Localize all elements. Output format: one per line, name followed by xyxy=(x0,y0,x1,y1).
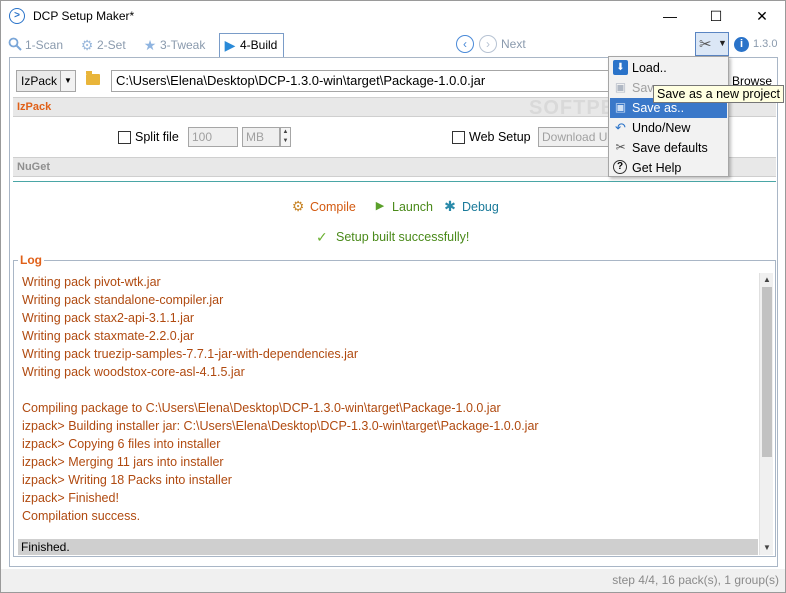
log-status-row: Finished. xyxy=(18,539,758,555)
compile-button[interactable]: ⚙ Compile xyxy=(290,198,356,216)
scrollbar-thumb[interactable] xyxy=(762,287,772,457)
scroll-up-icon[interactable]: ▲ xyxy=(760,273,774,287)
build-result-message: ✓ Setup built successfully! xyxy=(316,229,470,245)
split-unit-spinner[interactable]: ▲ ▼ xyxy=(280,127,291,147)
app-logo-icon: > xyxy=(9,8,25,24)
launch-label: Launch xyxy=(392,200,434,214)
version-label: 1.3.0 xyxy=(753,38,778,50)
split-file-checkbox[interactable] xyxy=(118,131,131,144)
split-unit-input[interactable]: MB xyxy=(242,127,280,147)
checkmark-icon: ✓ xyxy=(316,229,328,245)
save-icon: ▣ xyxy=(614,80,627,94)
chevron-right-icon: › xyxy=(486,37,490,51)
scroll-down-icon[interactable]: ▼ xyxy=(760,541,774,555)
tab-build[interactable]: ▶ 4-Build xyxy=(219,33,285,57)
log-scrollbar[interactable]: ▲ ▼ xyxy=(759,273,773,555)
log-output[interactable]: Writing pack pivot-wtk.jar Writing pack … xyxy=(18,273,758,539)
next-button-label[interactable]: Next xyxy=(501,37,526,51)
log-line: Writing pack standalone-compiler.jar xyxy=(22,293,224,307)
step-bar: 1-Scan ⚙ 2-Set ★ 3-Tweak ▶ 4-Build ‹ › N… xyxy=(1,31,785,57)
log-line: Writing pack truezip-samples-7.7.1-jar-w… xyxy=(22,347,359,361)
tab-set[interactable]: ⚙ 2-Set xyxy=(77,35,126,55)
log-title: Log xyxy=(18,253,44,267)
tab-label: 2-Set xyxy=(97,38,126,52)
info-icon[interactable]: i xyxy=(734,37,749,52)
back-button[interactable]: ‹ xyxy=(456,35,474,53)
chevron-down-icon: ▼ xyxy=(60,71,75,91)
play-icon: ▶ xyxy=(224,37,236,53)
play-icon: ▶ xyxy=(375,200,385,212)
web-setup-checkbox[interactable] xyxy=(452,131,465,144)
download-icon: ⬇ xyxy=(613,60,628,75)
menu-item-label: Undo/New xyxy=(632,121,691,135)
tab-label: 3-Tweak xyxy=(160,38,206,52)
star-icon: ★ xyxy=(143,37,157,53)
log-line: izpack> Merging 11 jars into installer xyxy=(22,455,224,469)
menu-item-label: Get Help xyxy=(632,161,682,175)
log-line: Writing pack woodstox-core-asl-4.1.5.jar xyxy=(22,365,245,379)
log-line: Compilation success. xyxy=(22,509,141,523)
log-line: Writing pack staxmate-2.2.0.jar xyxy=(22,329,195,343)
web-setup-label: Web Setup xyxy=(469,130,531,144)
menu-item-save-defaults[interactable]: ✂ Save defaults xyxy=(610,138,727,158)
log-line: Compiling package to C:\Users\Elena\Desk… xyxy=(22,401,501,415)
close-button[interactable]: ✕ xyxy=(739,1,785,31)
window-title: DCP Setup Maker* xyxy=(33,9,135,23)
download-url-input[interactable]: Download URL xyxy=(538,127,610,147)
chevron-left-icon: ‹ xyxy=(463,37,467,51)
tools-menu-button[interactable]: ✂ ▼ xyxy=(695,32,729,56)
debug-button[interactable]: ✱ Debug xyxy=(442,198,499,216)
tools-icon: ✂ xyxy=(699,36,712,53)
log-line: izpack> Writing 18 Packs into installer xyxy=(22,473,232,487)
log-line: Writing pack pivot-wtk.jar xyxy=(22,275,161,289)
folder-icon[interactable] xyxy=(86,71,100,85)
log-group: Log Writing pack pivot-wtk.jar Writing p… xyxy=(13,253,776,557)
tools-dropdown-menu: ⬇ Load.. ▣ Save ▣ Save as.. ↶ Undo/New ✂… xyxy=(608,56,729,177)
caret-down-icon: ▼ xyxy=(718,38,727,48)
tab-tweak[interactable]: ★ 3-Tweak xyxy=(140,35,206,55)
menu-item-undo-new[interactable]: ↶ Undo/New xyxy=(610,118,727,138)
magnifier-icon xyxy=(7,37,23,53)
debug-label: Debug xyxy=(462,200,499,214)
build-result-text: Setup built successfully! xyxy=(336,230,470,244)
app-window: > DCP Setup Maker* — ☐ ✕ 1-Scan ⚙ 2-Set … xyxy=(0,0,786,593)
menu-item-load[interactable]: ⬇ Load.. xyxy=(610,58,727,78)
gear-icon: ⚙ xyxy=(80,37,94,53)
bug-icon: ✱ xyxy=(444,198,456,214)
packager-value: IzPack xyxy=(21,74,58,88)
split-size-input[interactable]: 100 xyxy=(188,127,238,147)
divider xyxy=(13,181,776,182)
undo-icon: ↶ xyxy=(615,120,626,135)
tab-label: 1-Scan xyxy=(25,38,64,52)
status-bar: step 4/4, 16 pack(s), 1 group(s) xyxy=(1,569,785,592)
tooltip: Save as a new project xyxy=(653,85,784,103)
menu-item-label: Save as.. xyxy=(632,101,685,115)
log-line: Writing pack stax2-api-3.1.1.jar xyxy=(22,311,195,325)
split-file-label: Split file xyxy=(135,130,179,144)
log-line: izpack> Building installer jar: C:\Users… xyxy=(22,419,539,433)
launch-button[interactable]: ▶ Launch xyxy=(372,198,433,216)
tab-label: 4-Build xyxy=(240,38,278,52)
next-arrow-button[interactable]: › xyxy=(479,35,497,53)
help-icon: ? xyxy=(613,160,627,174)
save-as-icon: ▣ xyxy=(614,100,627,114)
tools-icon: ✂ xyxy=(615,140,626,154)
menu-item-get-help[interactable]: ? Get Help xyxy=(610,158,727,178)
gear-icon: ⚙ xyxy=(291,198,305,214)
minimize-button[interactable]: — xyxy=(647,1,693,31)
maximize-button[interactable]: ☐ xyxy=(693,1,739,31)
log-line: izpack> Finished! xyxy=(22,491,119,505)
tab-scan[interactable]: 1-Scan xyxy=(5,35,63,55)
title-bar: > DCP Setup Maker* — ☐ ✕ xyxy=(1,1,785,31)
log-line: izpack> Copying 6 files into installer xyxy=(22,437,221,451)
menu-item-label: Load.. xyxy=(632,61,667,75)
compile-label: Compile xyxy=(310,200,356,214)
menu-item-label: Save defaults xyxy=(632,141,708,155)
packager-select[interactable]: IzPack ▼ xyxy=(16,70,76,92)
